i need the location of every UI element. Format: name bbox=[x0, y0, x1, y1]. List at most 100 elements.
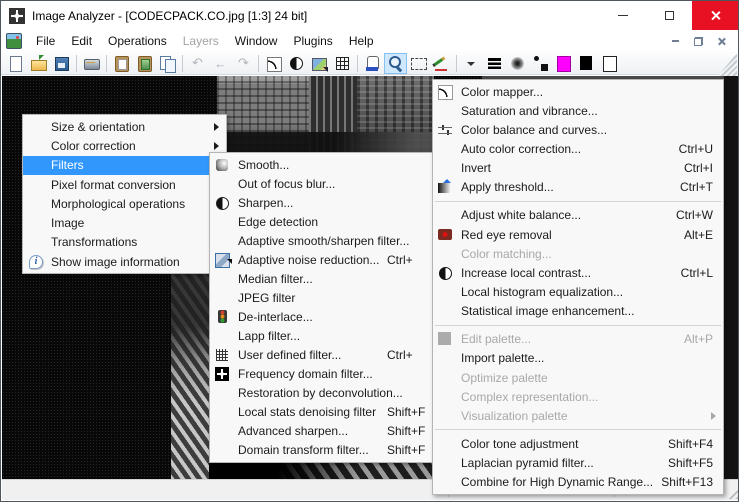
mdi-restore-button[interactable] bbox=[687, 33, 710, 50]
brush-options-dropdown[interactable] bbox=[460, 53, 483, 74]
foreground-color-swatch[interactable] bbox=[552, 53, 575, 74]
black-swatch-icon bbox=[578, 55, 595, 72]
image-transform-button[interactable] bbox=[308, 53, 331, 74]
menu-item[interactable]: Smooth... bbox=[210, 155, 460, 174]
menu-item[interactable]: Lapp filter... bbox=[210, 326, 460, 345]
menu-item[interactable]: Color tone adjustment Shift+F4 bbox=[433, 434, 723, 453]
zoom-tool-button[interactable] bbox=[384, 53, 407, 74]
menu-item[interactable]: Local histogram equalization... bbox=[433, 282, 723, 301]
paste-button[interactable] bbox=[110, 53, 133, 74]
menu-item: Edit palette... Alt+P bbox=[433, 330, 723, 349]
menu-item[interactable]: Auto color correction... Ctrl+U bbox=[433, 139, 723, 158]
soft-brush-icon bbox=[509, 55, 526, 72]
palette-icon bbox=[436, 331, 456, 347]
menu-item[interactable]: Sharpen... bbox=[210, 193, 460, 212]
acquire-scan-button[interactable] bbox=[80, 53, 103, 74]
info-icon bbox=[26, 254, 46, 270]
menu-item[interactable]: Transformations bbox=[23, 233, 226, 252]
menubar-item: Layers bbox=[175, 31, 227, 51]
grid-filter-icon bbox=[213, 347, 233, 363]
pan-tool-button[interactable] bbox=[361, 53, 384, 74]
brush-shape-icon bbox=[532, 55, 549, 72]
menu-item[interactable]: Adjust white balance... Ctrl+W bbox=[433, 206, 723, 225]
paste-image-icon bbox=[136, 55, 153, 72]
select-tool-button[interactable] bbox=[407, 53, 430, 74]
menu-item[interactable]: Morphological operations bbox=[23, 194, 226, 213]
menu-item[interactable]: Adaptive smooth/sharpen filter... bbox=[210, 231, 460, 250]
menu-item[interactable]: Local stats denoising filter Shift+F bbox=[210, 403, 460, 422]
menu-item[interactable]: Color balance and curves... bbox=[433, 120, 723, 139]
minimize-button[interactable] bbox=[600, 1, 646, 30]
menu-item[interactable]: Apply threshold... Ctrl+T bbox=[433, 178, 723, 197]
soft-brush-button[interactable] bbox=[506, 53, 529, 74]
menu-item[interactable]: Size & orientation bbox=[23, 117, 226, 136]
open-folder-icon bbox=[30, 55, 47, 72]
menu-item[interactable]: Invert Ctrl+I bbox=[433, 159, 723, 178]
resample-grid-button[interactable] bbox=[331, 53, 354, 74]
menu-item[interactable]: Restoration by deconvolution... bbox=[210, 384, 460, 403]
contrast-icon bbox=[288, 55, 305, 72]
menu-item[interactable]: Increase local contrast... Ctrl+L bbox=[433, 263, 723, 282]
menubar-item[interactable]: Window bbox=[227, 31, 286, 51]
menubar-item[interactable]: Help bbox=[341, 31, 382, 51]
save-floppy-icon bbox=[53, 55, 70, 72]
mdi-minimize-button[interactable] bbox=[664, 33, 687, 50]
menu-item[interactable]: De-interlace... bbox=[210, 307, 460, 326]
menu-item[interactable]: Edge detection bbox=[210, 212, 460, 231]
background-color-swatch[interactable] bbox=[598, 53, 621, 74]
menubar-item[interactable]: File bbox=[28, 31, 63, 51]
menu-item[interactable]: Import palette... bbox=[433, 349, 723, 368]
deinterlace-icon bbox=[213, 309, 233, 325]
maximize-icon bbox=[665, 11, 674, 20]
menu-item[interactable]: Saturation and vibrance... bbox=[433, 101, 723, 120]
resize-grip[interactable] bbox=[725, 486, 738, 499]
photo-strip-bottom bbox=[209, 461, 439, 481]
photo-right-sliver bbox=[724, 76, 739, 481]
menu-item[interactable]: Statistical image enhancement... bbox=[433, 302, 723, 321]
line-width-button[interactable] bbox=[483, 53, 506, 74]
menu-item[interactable]: Out of focus blur... bbox=[210, 174, 460, 193]
mdi-close-button[interactable] bbox=[710, 33, 733, 50]
menu-item[interactable]: Red eye removal Alt+E bbox=[433, 225, 723, 244]
brush-shape-button[interactable] bbox=[529, 53, 552, 74]
paste-as-image-button[interactable] bbox=[133, 53, 156, 74]
magenta-swatch-icon bbox=[555, 55, 572, 72]
new-file-button[interactable] bbox=[4, 53, 27, 74]
menubar-item[interactable]: Plugins bbox=[285, 31, 340, 51]
open-file-button[interactable] bbox=[27, 53, 50, 74]
undo-icon bbox=[189, 55, 206, 72]
menubar-item[interactable]: Edit bbox=[63, 31, 100, 51]
menu-item[interactable]: Combine for High Dynamic Range... Shift+… bbox=[433, 473, 723, 492]
image-arrow-icon bbox=[311, 55, 328, 72]
menu-item[interactable]: Image bbox=[23, 213, 226, 232]
secondary-color-swatch[interactable] bbox=[575, 53, 598, 74]
menu-item[interactable]: Median filter... bbox=[210, 269, 460, 288]
menubar-item[interactable]: Operations bbox=[100, 31, 175, 51]
menu-item[interactable]: Color mapper... bbox=[433, 82, 723, 101]
menu-item[interactable]: User defined filter... Ctrl+ bbox=[210, 345, 460, 364]
menu-item: Visualization palette bbox=[433, 406, 723, 425]
gamma-curve-button[interactable] bbox=[262, 53, 285, 74]
draw-tool-button[interactable] bbox=[430, 53, 453, 74]
contrast-button[interactable] bbox=[285, 53, 308, 74]
close-button[interactable] bbox=[692, 1, 738, 30]
menu-separator bbox=[433, 321, 723, 330]
maximize-button[interactable] bbox=[646, 1, 692, 30]
menu-item[interactable]: Frequency domain filter... bbox=[210, 365, 460, 384]
menu-item[interactable]: Adaptive noise reduction... Ctrl+ bbox=[210, 250, 460, 269]
menu-item[interactable]: Color correction bbox=[23, 136, 226, 155]
copy-button[interactable] bbox=[156, 53, 179, 74]
toolbar-separator bbox=[103, 53, 110, 74]
menu-item[interactable]: Pixel format conversion bbox=[23, 175, 226, 194]
menu-item[interactable]: Filters bbox=[23, 156, 226, 175]
menu-item[interactable]: Laplacian pyramid filter... Shift+F5 bbox=[433, 454, 723, 473]
menu-item[interactable]: Domain transform filter... Shift+F bbox=[210, 441, 460, 460]
menu-item[interactable]: JPEG filter bbox=[210, 288, 460, 307]
save-button[interactable] bbox=[50, 53, 73, 74]
app-window: Image Analyzer - [CODECPACK.CO.jpg [1:3]… bbox=[0, 0, 739, 502]
menu-item[interactable]: Advanced sharpen... Shift+F bbox=[210, 422, 460, 441]
smooth-icon bbox=[213, 157, 233, 173]
noise-reduction-icon bbox=[213, 252, 233, 268]
menu-item[interactable]: Show image information bbox=[23, 252, 226, 271]
red-eye-icon bbox=[436, 227, 456, 243]
